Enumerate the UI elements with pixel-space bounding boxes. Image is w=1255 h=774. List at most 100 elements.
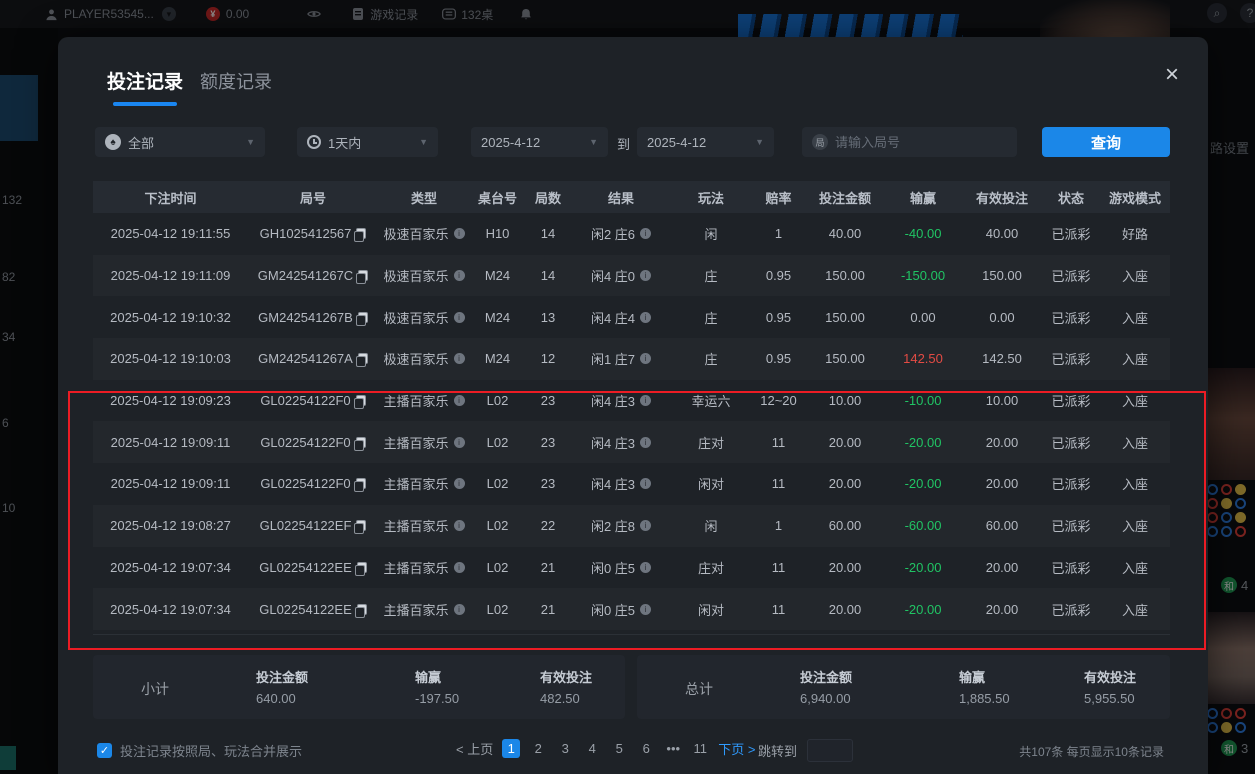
game-type-select[interactable]: ♠ 全部 ▼ — [95, 127, 265, 157]
close-icon[interactable]: × — [1158, 61, 1186, 89]
cell-result: 闲4 庄3i — [571, 391, 671, 410]
cell-result: 闲4 庄3i — [571, 474, 671, 493]
info-icon[interactable]: i — [640, 604, 651, 615]
merge-label: 投注记录按照局、玩法合并展示 — [120, 741, 302, 760]
info-icon[interactable]: i — [454, 353, 465, 364]
cell-odds: 0.95 — [751, 351, 806, 366]
cell-amount: 20.00 — [806, 602, 884, 617]
cell-odds: 12~20 — [751, 393, 806, 408]
cell-play: 幸运六 — [671, 391, 751, 410]
cell-amount: 20.00 — [806, 476, 884, 491]
date-from-select[interactable]: 2025-4-12 ▼ — [471, 127, 608, 157]
cell-round: GL02254122F0 — [248, 476, 378, 491]
cell-valid: 20.00 — [962, 435, 1042, 450]
copy-icon[interactable] — [358, 270, 368, 281]
info-icon[interactable]: i — [454, 312, 465, 323]
cell-odds: 0.95 — [751, 268, 806, 283]
round-search-field[interactable]: 局 — [802, 127, 1017, 157]
page-ellipsis[interactable]: ••• — [664, 739, 682, 758]
info-icon[interactable]: i — [454, 520, 465, 531]
spade-icon: ♠ — [105, 134, 121, 150]
info-icon[interactable]: i — [454, 395, 465, 406]
info-icon[interactable]: i — [454, 270, 465, 281]
time-range-select[interactable]: 1天内 ▼ — [297, 127, 438, 157]
cell-status: 已派彩 — [1042, 349, 1100, 368]
info-icon[interactable]: i — [454, 562, 465, 573]
cell-result: 闲4 庄3i — [571, 433, 671, 452]
info-icon[interactable]: i — [640, 312, 651, 323]
copy-icon[interactable] — [356, 395, 366, 406]
column-header: 投注金额 — [806, 188, 884, 207]
cell-mode: 好路 — [1100, 224, 1170, 243]
jump-page-input[interactable] — [807, 739, 853, 762]
page-button-1[interactable]: 1 — [502, 739, 520, 758]
cell-count: 23 — [525, 393, 571, 408]
total-box: 总计 投注金额6,940.00 输赢1,885.50 有效投注5,955.50 — [637, 655, 1170, 719]
cell-table: M24 — [470, 351, 525, 366]
cell-play: 闲对 — [671, 600, 751, 619]
column-header: 游戏模式 — [1100, 188, 1170, 207]
cell-mode: 入座 — [1100, 433, 1170, 452]
clock-icon — [307, 135, 321, 149]
info-icon[interactable]: i — [640, 228, 651, 239]
cell-type: 主播百家乐i — [378, 391, 470, 410]
column-header: 赔率 — [751, 188, 806, 207]
cell-play: 闲 — [671, 224, 751, 243]
tab-quota-records[interactable]: 额度记录 — [200, 68, 272, 94]
date-to-select[interactable]: 2025-4-12 ▼ — [637, 127, 774, 157]
cell-mode: 入座 — [1100, 600, 1170, 619]
round-input[interactable] — [835, 135, 995, 150]
total-amount-value: 6,940.00 — [800, 691, 852, 706]
copy-icon[interactable] — [357, 604, 367, 615]
page-button-6[interactable]: 6 — [637, 739, 655, 758]
column-header: 状态 — [1042, 188, 1100, 207]
cell-count: 14 — [525, 268, 571, 283]
cell-amount: 60.00 — [806, 518, 884, 533]
cell-table: L02 — [470, 435, 525, 450]
next-page-button[interactable]: 下页 > — [718, 739, 755, 758]
copy-icon[interactable] — [357, 562, 367, 573]
cell-valid: 40.00 — [962, 226, 1042, 241]
cell-time: 2025-04-12 19:09:23 — [93, 393, 248, 408]
tab-bet-records[interactable]: 投注记录 — [107, 67, 183, 94]
column-header: 桌台号 — [470, 188, 525, 207]
page-button-2[interactable]: 2 — [529, 739, 547, 758]
copy-icon[interactable] — [356, 228, 366, 239]
info-icon[interactable]: i — [454, 604, 465, 615]
search-button[interactable]: 查询 — [1042, 127, 1170, 157]
page-button-4[interactable]: 4 — [583, 739, 601, 758]
copy-icon[interactable] — [356, 478, 366, 489]
table-row: 2025-04-12 19:07:34GL02254122EE主播百家乐iL02… — [93, 547, 1170, 589]
prev-page-button[interactable]: < 上页 — [456, 739, 493, 758]
info-icon[interactable]: i — [640, 562, 651, 573]
bet-records-modal: 投注记录 额度记录 × ♠ 全部 ▼ 1天内 ▼ 2025-4-12 ▼ 到 2… — [58, 37, 1208, 774]
cell-table: L02 — [470, 602, 525, 617]
page-button-11[interactable]: 11 — [691, 739, 709, 758]
copy-icon[interactable] — [358, 353, 368, 364]
info-icon[interactable]: i — [454, 437, 465, 448]
cell-winloss: -40.00 — [884, 226, 962, 241]
page-button-3[interactable]: 3 — [556, 739, 574, 758]
info-icon[interactable]: i — [640, 520, 651, 531]
column-header: 输赢 — [884, 188, 962, 207]
copy-icon[interactable] — [356, 437, 366, 448]
info-icon[interactable]: i — [454, 478, 465, 489]
cell-status: 已派彩 — [1042, 308, 1100, 327]
page-button-5[interactable]: 5 — [610, 739, 628, 758]
info-icon[interactable]: i — [454, 228, 465, 239]
copy-icon[interactable] — [358, 312, 368, 323]
info-icon[interactable]: i — [640, 270, 651, 281]
info-icon[interactable]: i — [640, 437, 651, 448]
info-icon[interactable]: i — [640, 395, 651, 406]
cell-type: 极速百家乐i — [378, 266, 470, 285]
cell-type: 主播百家乐i — [378, 600, 470, 619]
info-icon[interactable]: i — [640, 353, 651, 364]
cell-play: 闲对 — [671, 474, 751, 493]
cell-count: 23 — [525, 435, 571, 450]
copy-icon[interactable] — [356, 520, 366, 531]
info-icon[interactable]: i — [640, 478, 651, 489]
cell-winloss: -150.00 — [884, 268, 962, 283]
cell-round: GL02254122F0 — [248, 435, 378, 450]
cell-table: H10 — [470, 226, 525, 241]
merge-checkbox[interactable]: ✓ — [97, 743, 112, 758]
